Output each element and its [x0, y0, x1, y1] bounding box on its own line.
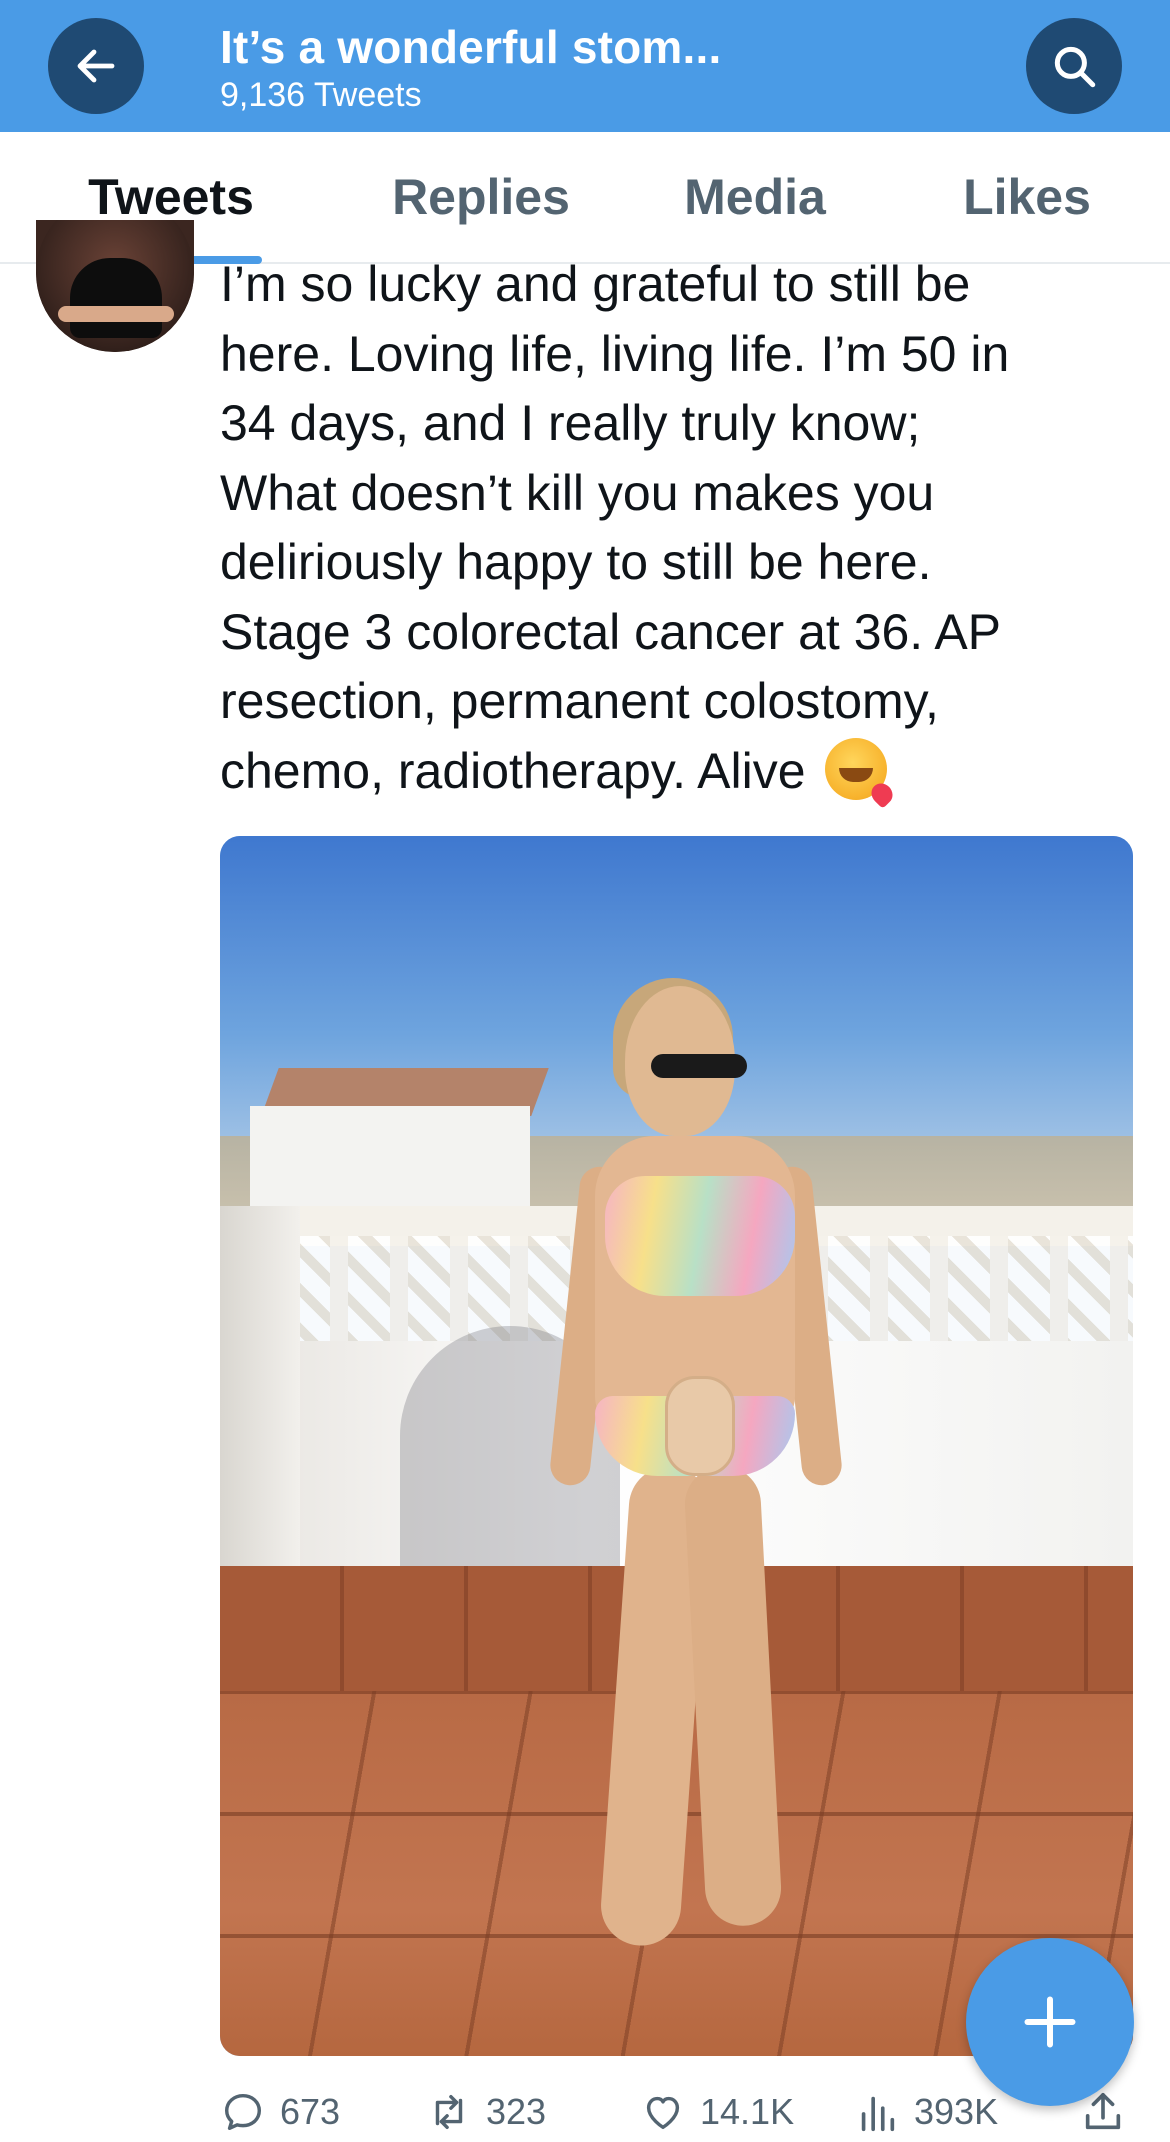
reply-button[interactable]: 673 [220, 2082, 340, 2142]
tweet-count: 9,136 Tweets [220, 76, 422, 114]
search-icon [1054, 46, 1096, 88]
retweet-count: 323 [486, 2091, 547, 2132]
heart-icon [646, 2096, 680, 2130]
back-button[interactable] [48, 18, 144, 114]
tweet-text-line: What doesn’t kill you makes you [220, 464, 935, 521]
like-button[interactable]: 14.1K [640, 2082, 794, 2142]
search-button[interactable] [1026, 18, 1122, 114]
profile-header: It’s a wonderful stom... 9,136 Tweets [0, 0, 1170, 132]
tweet-text-line: Stage 3 colorectal cancer at 36. AP [220, 603, 1002, 660]
tab-replies[interactable]: Replies [366, 132, 596, 262]
tweet-text: I’m so lucky and grateful to still be he… [220, 250, 1120, 806]
tab-label: Likes [963, 169, 1091, 225]
tab-likes[interactable]: Likes [950, 132, 1104, 262]
profile-name: It’s a wonderful stom... [220, 21, 722, 73]
retweet-button[interactable]: 323 [426, 2082, 546, 2142]
tweet-text-line: deliriously happy to still be here. [220, 534, 932, 590]
tweet-text-line: chemo, radiotherapy. Alive [220, 742, 806, 799]
compose-tweet-button[interactable] [966, 1938, 1134, 2106]
arrow-left-icon [77, 49, 115, 83]
tab-media[interactable]: Media [660, 132, 850, 262]
avatar[interactable] [36, 220, 194, 352]
tweet-text-line: I’m so lucky and grateful to still be [220, 256, 971, 312]
tweet-text-line: here. Loving life, living life. I’m 50 i… [220, 325, 1010, 382]
tab-label: Media [684, 169, 826, 225]
view-count: 393K [914, 2091, 999, 2132]
views-button[interactable]: 393K [854, 2082, 998, 2142]
tweet-text-line-last: chemo, radiotherapy. Alive [220, 737, 1120, 807]
retweet-icon [435, 2094, 463, 2130]
tab-label: Replies [392, 169, 570, 225]
tweet-text-line: resection, permanent colostomy, [220, 673, 939, 729]
reply-count: 673 [280, 2091, 341, 2132]
smiling-face-with-hearts-emoji [825, 737, 888, 800]
like-count: 14.1K [700, 2091, 795, 2132]
bar-chart-icon [861, 2096, 895, 2132]
tab-label: Tweets [88, 169, 254, 225]
reply-icon [224, 2093, 262, 2131]
plus-icon [1024, 1996, 1076, 2048]
tweet-text-line: 34 days, and I really truly know; [220, 395, 921, 451]
tweet-photo[interactable] [220, 836, 1133, 2056]
